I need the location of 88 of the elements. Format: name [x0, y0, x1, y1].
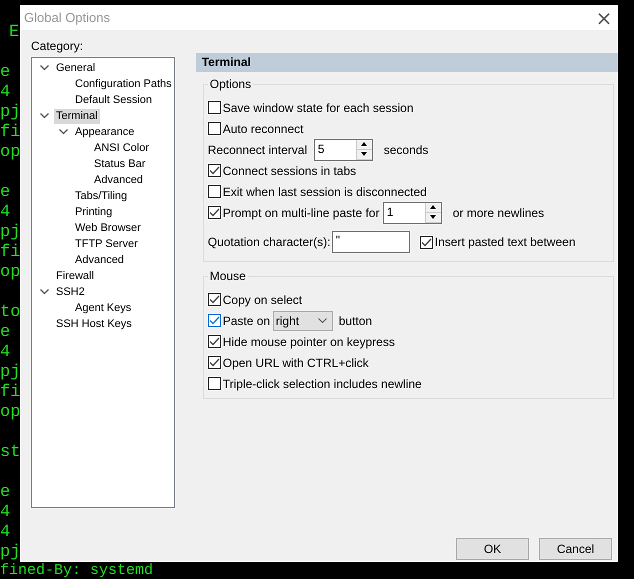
group-title: Mouse — [208, 270, 248, 283]
chevron-icon[interactable] — [40, 65, 49, 71]
input-field[interactable]: " — [332, 231, 410, 253]
tree-item[interactable]: Printing — [73, 204, 114, 220]
tree-item[interactable]: Appearance — [73, 124, 136, 140]
dropdown[interactable]: right — [272, 310, 333, 330]
checkbox-label[interactable]: Hide mouse pointer on keypress — [222, 334, 395, 348]
down-arrow-icon[interactable] — [430, 215, 436, 219]
terminal-text: 4 — [0, 343, 10, 362]
section-header: Terminal — [196, 53, 618, 72]
unit-label: seconds — [384, 142, 428, 156]
tree-item[interactable]: TFTP Server — [73, 236, 140, 252]
checkbox-label[interactable]: Open URL with CTRL+click — [222, 356, 369, 370]
terminal-text: 4 — [0, 503, 10, 522]
up-arrow-icon[interactable] — [361, 142, 368, 146]
group-title: Options — [208, 78, 254, 91]
unit-label: or more newlines — [452, 206, 544, 220]
terminal-text: op — [0, 143, 20, 162]
checkbox[interactable] — [208, 377, 221, 390]
tree-item[interactable]: Default Session — [73, 92, 154, 108]
tree-item[interactable]: Web Browser — [73, 220, 143, 236]
checkbox[interactable] — [208, 164, 221, 177]
checkbox-label[interactable]: Prompt on multi-line paste for — [222, 206, 383, 220]
tree-item[interactable]: Status Bar — [92, 156, 148, 172]
checkbox[interactable] — [208, 185, 221, 198]
checkbox[interactable] — [208, 335, 221, 348]
terminal-text: fi — [0, 123, 20, 142]
tree-item[interactable]: Firewall — [54, 268, 96, 284]
tree-item[interactable]: General — [54, 60, 98, 76]
checkbox[interactable] — [208, 293, 221, 306]
tree-item[interactable]: SSH Host Keys — [54, 316, 134, 332]
checkbox[interactable] — [208, 206, 221, 219]
tree-item[interactable]: Terminal — [54, 108, 100, 124]
checkbox-label[interactable]: Insert pasted text between — [434, 235, 576, 249]
checkbox-label[interactable]: Auto reconnect — [222, 122, 304, 136]
tree-item[interactable]: Agent Keys — [73, 300, 134, 316]
chevron-icon[interactable] — [40, 289, 49, 295]
checkbox[interactable] — [208, 356, 221, 369]
terminal-text: 4 — [0, 523, 10, 542]
checkbox[interactable] — [420, 236, 433, 248]
terminal-text: pj — [0, 223, 20, 242]
terminal-text: fi — [0, 383, 20, 402]
down-arrow-icon[interactable] — [361, 152, 368, 156]
terminal-text: E — [8, 23, 20, 42]
number-spinner[interactable]: 5 — [314, 138, 373, 160]
checkbox-label[interactable]: Exit when last session is disconnected — [222, 184, 427, 198]
chevron-icon[interactable] — [59, 129, 68, 135]
close-button[interactable]: × — [590, 6, 618, 30]
checkbox[interactable] — [208, 101, 221, 114]
tree-item[interactable]: Advanced — [73, 252, 126, 268]
checkbox[interactable] — [208, 314, 221, 327]
window-title: Global Options — [24, 10, 110, 25]
checkbox-label[interactable]: Connect sessions in tabs — [222, 164, 356, 178]
terminal-text: to — [0, 303, 20, 322]
chevron-icon[interactable] — [40, 113, 49, 119]
tree-item[interactable]: Advanced — [92, 172, 145, 188]
up-arrow-icon[interactable] — [430, 205, 436, 209]
terminal-text: st — [0, 443, 20, 462]
caret-icon — [318, 318, 327, 323]
checkbox-label[interactable]: Paste on — [222, 314, 273, 328]
terminal-text: pj — [0, 543, 20, 562]
number-spinner[interactable]: 1 — [382, 202, 442, 224]
checkbox-label[interactable]: Copy on select — [222, 292, 302, 306]
terminal-text: 4 — [0, 203, 10, 222]
terminal-text: 4 — [0, 83, 10, 102]
tree-item[interactable]: Configuration Paths — [73, 76, 174, 92]
terminal-text: e — [0, 63, 10, 82]
terminal-text: op — [0, 403, 20, 422]
tree-item[interactable]: SSH2 — [54, 284, 87, 300]
terminal-text: fi — [0, 243, 20, 262]
terminal-text: e — [0, 183, 10, 202]
checkbox[interactable] — [208, 122, 221, 135]
field-label: Quotation character(s): — [208, 235, 332, 249]
terminal-text: fined-By: systemd — [0, 562, 154, 579]
checkbox-label[interactable]: Triple-click selection includes newline — [222, 376, 422, 390]
terminal-text: op — [0, 263, 20, 282]
unit-label: button — [338, 314, 372, 328]
dialog-button[interactable]: OK — [456, 538, 529, 560]
tree-item[interactable]: Tabs/Tiling — [73, 188, 130, 204]
checkbox-label[interactable]: Save window state for each session — [222, 100, 414, 114]
dialog-button[interactable]: Cancel — [539, 538, 612, 560]
terminal-text: pj — [0, 103, 20, 122]
field-label: Reconnect interval — [208, 142, 308, 156]
terminal-text: pj — [0, 363, 20, 382]
terminal-text: e — [0, 483, 10, 502]
category-label: Category: — [31, 39, 84, 53]
terminal-text: e — [0, 323, 10, 342]
tree-item[interactable]: ANSI Color — [92, 140, 152, 156]
